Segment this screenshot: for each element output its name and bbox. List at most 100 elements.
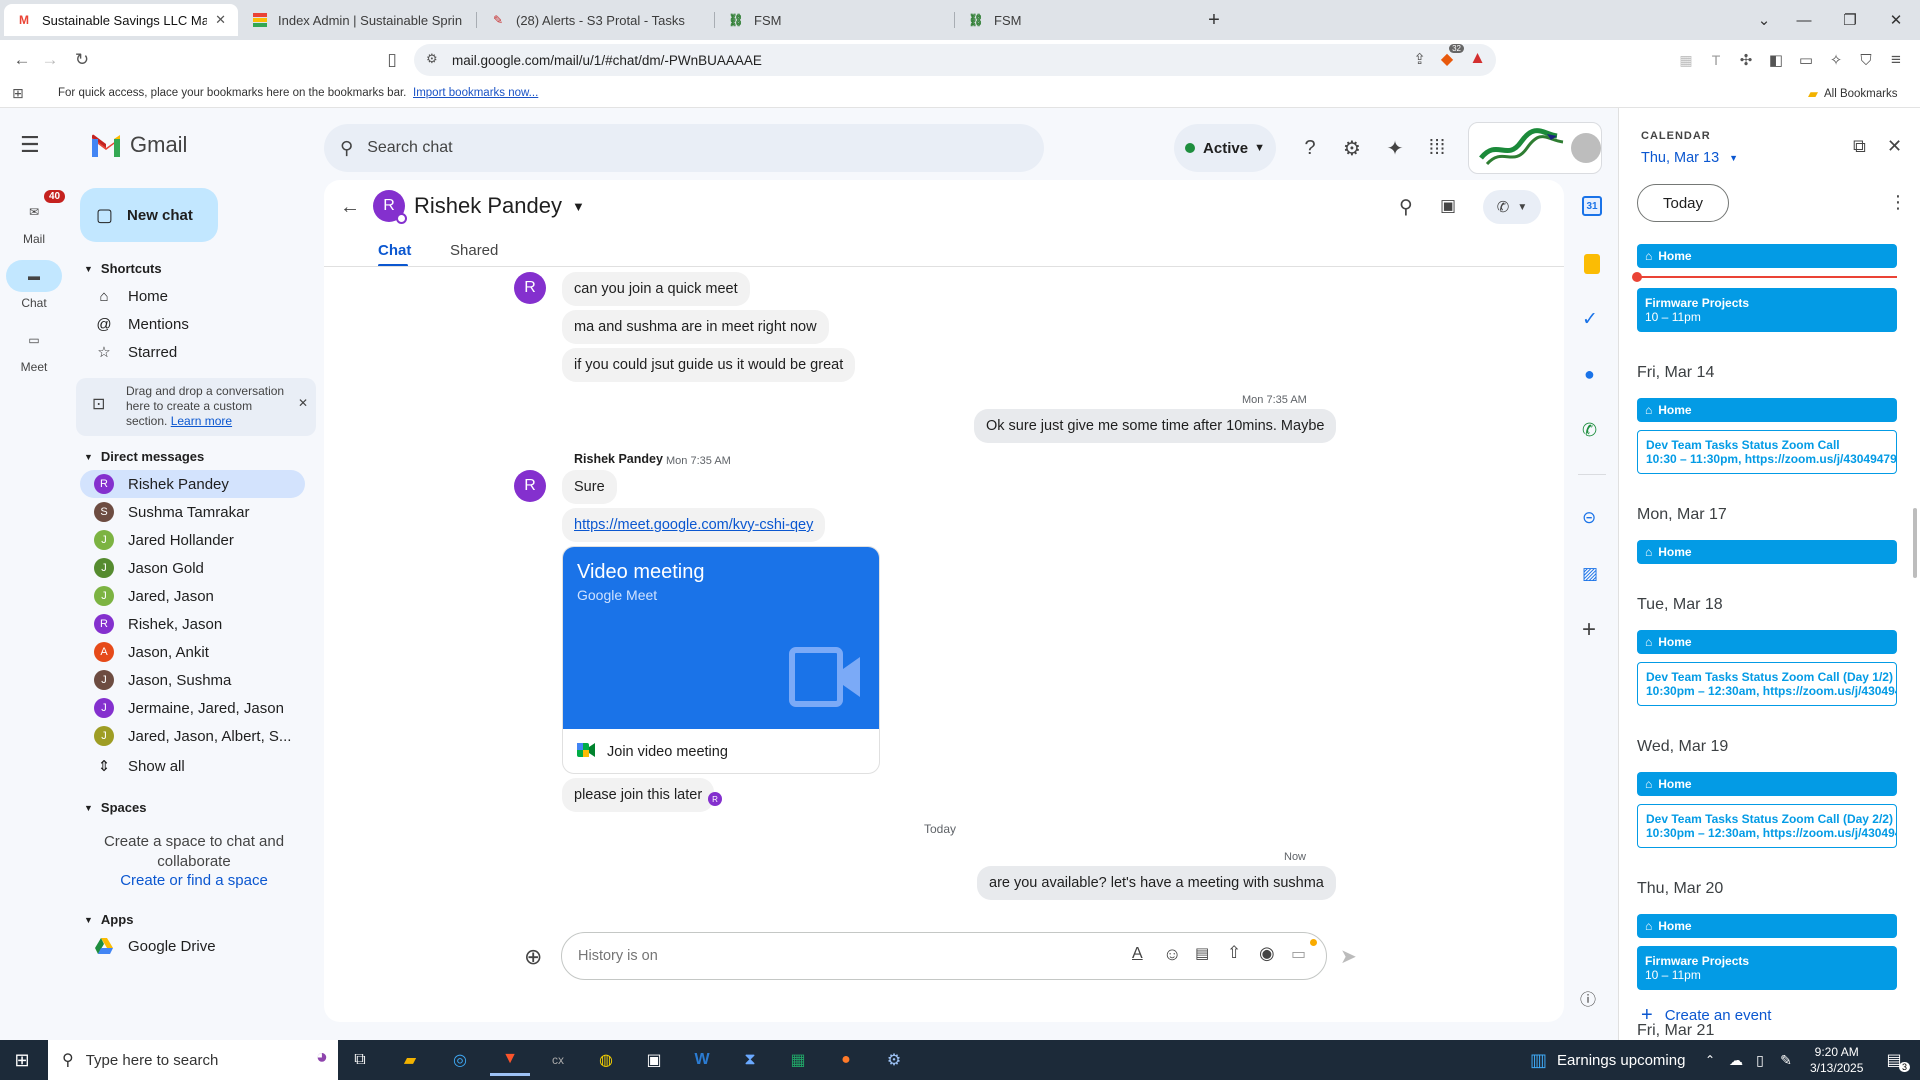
settings-app-icon[interactable]: ⚙ [874,1044,914,1076]
address-bar[interactable]: ⚙ mail.google.com/mail/u/1/#chat/dm/-PWn… [414,44,1496,76]
record-icon[interactable]: ◉ [1259,943,1275,964]
message-bubble[interactable]: ma and sushma are in meet right now [562,310,829,344]
rail-meet[interactable]: ▭ Meet [0,324,68,374]
notifications-icon[interactable]: ▤ 3 [1874,1044,1914,1076]
gif-icon[interactable]: ▤ [1195,944,1209,962]
apps-header[interactable]: ▼ Apps [84,912,133,927]
app-orange-icon[interactable]: ● [826,1044,866,1076]
apps-grid-icon[interactable]: ⊞ [12,85,24,102]
new-chat-button[interactable]: ▢ New chat [80,188,218,242]
agenda-scrollbar[interactable] [1913,508,1917,578]
leo-ai-icon[interactable]: ✧ [1824,48,1848,72]
info-icon[interactable]: ⓘ [1580,986,1596,1010]
today-button[interactable]: Today [1637,184,1729,222]
close-panel-icon[interactable]: ✕ [1887,136,1902,157]
tab-shared[interactable]: Shared [450,242,498,259]
close-tab-icon[interactable]: ✕ [215,12,226,28]
back-icon[interactable]: ← [10,48,34,72]
back-arrow-icon[interactable]: ← [340,196,360,219]
voice-app-icon[interactable]: ✆ [1582,420,1597,441]
tab-alerts[interactable]: ✎ (28) Alerts - S3 Protal - Tasks [478,4,712,36]
dm-item[interactable]: J Jason, Sushma [80,666,305,694]
calendar-event[interactable]: Dev Team Tasks Status Zoom Call (Day 1/2… [1637,662,1897,706]
close-tip-icon[interactable]: ✕ [298,396,308,410]
shortcuts-header[interactable]: ▼ Shortcuts [84,261,162,276]
calendar-event[interactable]: ⌂ Home [1637,244,1897,268]
emoji-icon[interactable]: ☺ [1163,944,1181,965]
wallet-icon[interactable]: ▭ [1794,48,1818,72]
brave-rewards-icon[interactable]: ▲ [1469,48,1486,68]
calendar-event[interactable]: Dev Team Tasks Status Zoom Call (Day 2/2… [1637,804,1897,848]
main-menu-icon[interactable]: ☰ [20,132,40,158]
all-bookmarks-button[interactable]: ▰ All Bookmarks [1808,86,1898,102]
settings-gear-icon[interactable]: ⚙ [1338,134,1366,162]
image-addon-icon[interactable]: ▨ [1582,564,1598,584]
edge-icon[interactable]: ◎ [440,1044,480,1076]
create-space-link[interactable]: Create or find a space [96,872,292,889]
file-explorer-icon[interactable]: ▰ [390,1044,430,1076]
my-message-bubble[interactable]: are you available? let's have a meeting … [977,866,1336,900]
tab-search-chevron-icon[interactable]: ⌄ [1742,6,1786,34]
message-bubble[interactable]: if you could jsut guide us it would be g… [562,348,856,382]
open-in-new-tab-icon[interactable]: ⧉ [1853,136,1866,157]
new-tab-button[interactable]: + [1192,6,1236,34]
date-selector[interactable]: Thu, Mar 13 ▼ [1641,150,1738,166]
upload-icon[interactable]: ⇧ [1227,943,1241,963]
rail-chat[interactable]: ▬ Chat [0,260,68,310]
join-video-meeting-button[interactable]: Join video meeting [563,729,879,773]
share-icon[interactable]: ⇪ [1413,50,1426,68]
search-in-chat-icon[interactable]: ⚲ [1399,196,1413,219]
shortcut-mentions[interactable]: @ Mentions [80,310,305,338]
calendar-event[interactable]: ⌂ Home [1637,398,1897,422]
tab-fsm-2[interactable]: ⛓ FSM [956,4,1190,36]
tasks-app-icon[interactable]: ✓ [1582,308,1598,331]
message-bubble[interactable]: please join this later [562,778,715,812]
dm-item[interactable]: J Jared Hollander [80,526,305,554]
calendar-event[interactable]: Dev Team Tasks Status Zoom Call 10:30 – 1… [1637,430,1897,474]
import-bookmarks-link[interactable]: Import bookmarks now... [413,87,538,99]
calendar-event[interactable]: ⌂ Home [1637,630,1897,654]
dm-item[interactable]: J Jared, Jason, Albert, S... [80,722,305,750]
taskbar-search-box[interactable]: ⚲ Type here to search ◕ [48,1040,338,1080]
task-view-icon[interactable]: ⧉ [340,1044,380,1076]
contact-name-button[interactable]: Rishek Pandey ▼ [414,193,585,219]
news-widget[interactable]: ▥ Earnings upcoming [1530,1040,1685,1080]
app-dark-icon[interactable]: ▣ [634,1044,674,1076]
message-bubble[interactable]: Sure [562,470,617,504]
word-icon[interactable]: W [682,1044,722,1076]
spaces-header[interactable]: ▼ Spaces [84,800,146,815]
dm-item[interactable]: J Jared, Jason [80,582,305,610]
pen-icon[interactable]: ✎ [1766,1044,1806,1076]
my-message-bubble[interactable]: Ok sure just give me some time after 10m… [974,409,1337,443]
search-chat-bar[interactable]: ⚲ Search chat [324,124,1044,172]
calendar-event[interactable]: Firmware Projects 10 – 11pm [1637,946,1897,990]
calendar-event[interactable]: ⌂ Home [1637,914,1897,938]
clock[interactable]: 9:20 AM 3/13/2025 [1810,1044,1863,1076]
show-all-button[interactable]: ⇕ Show all [80,752,305,780]
create-event-button[interactable]: + Create an event [1641,1004,1771,1027]
site-settings-icon[interactable]: ⚙ [426,51,438,67]
close-window-button[interactable]: ✕ [1874,6,1918,34]
tab-index-admin[interactable]: Index Admin | Sustainable Sprinkler [240,4,474,36]
rail-mail[interactable]: ✉ 40 Mail [0,188,68,246]
compose-box[interactable]: History is on A ☺ ▤ ⇧ ◉ ▭ [561,932,1327,980]
call-button[interactable]: ✆ ▼ [1483,190,1541,224]
dm-item[interactable]: J Jason Gold [80,554,305,582]
restore-button[interactable]: ❐ [1828,6,1872,34]
browser-menu-icon[interactable]: ≡ [1884,48,1908,72]
text-format-icon[interactable]: A [1132,945,1143,963]
vscode-icon[interactable]: ⧗ [730,1044,770,1076]
app-cx-icon[interactable]: cx [538,1044,578,1076]
video-message-icon[interactable]: ▭ [1291,944,1306,964]
contacts-app-icon[interactable]: ● [1584,364,1595,385]
brave-shields-icon[interactable]: ◆ 32 [1436,44,1464,70]
video-meeting-card[interactable]: Video meeting Google Meet Join video mee… [562,546,880,774]
minimize-button[interactable]: — [1782,6,1826,34]
keep-app-icon[interactable] [1584,254,1600,274]
sidebar-toggle-icon[interactable]: ◧ [1764,48,1788,72]
app-google-drive[interactable]: Google Drive [80,932,305,960]
dm-item[interactable]: R Rishek, Jason [80,610,305,638]
tab-chat[interactable]: Chat [378,242,411,259]
send-icon[interactable]: ➤ [1340,944,1357,969]
link-addon-icon[interactable]: ⊝ [1582,508,1596,528]
